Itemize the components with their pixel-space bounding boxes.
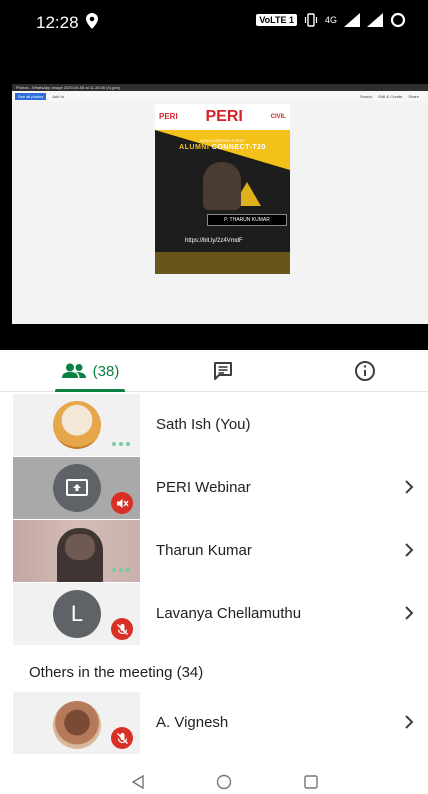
location-pin-icon [86,13,98,29]
participant-row[interactable]: PERI Webinar [0,457,428,519]
clock: 12:28 [36,13,79,32]
mic-off-icon [116,623,128,635]
people-count: (38) [92,362,120,380]
avatar-letter: L [53,590,101,638]
share-button: Share [408,93,419,99]
participant-tile [13,692,140,754]
poster-logo-center: PERI [205,108,243,125]
mic-off-icon [116,732,128,744]
chevron-right-icon[interactable] [404,542,414,558]
avatar [53,401,101,449]
participant-name: Sath Ish (You) [156,416,251,433]
event-poster: PERI PERI CIVIL INAUGURATING EVENT ALUMN… [155,104,290,274]
poster-title: ALUMNI CONNECT-T20 [179,144,266,151]
poster-logo-right: CIVIL [270,114,286,120]
shared-screen: Photos - WhatsApp Image 2020-09-08 at 11… [12,84,428,324]
poster-link: https://bit.ly/2z4VmdF [185,238,243,244]
photos-toolbar: See all photos Add to Search Edit & Crea… [12,91,428,101]
participant-name: A. Vignesh [156,714,229,731]
participant-tile [13,394,140,456]
participant-row[interactable]: Sath Ish (You) [0,394,428,456]
signal-icon [344,13,360,27]
see-all-photos-button: See all photos [15,92,47,100]
poster-body: INAUGURATING EVENT ALUMNI CONNECT-T20 P.… [155,130,290,274]
present-screen-icon [66,479,88,496]
status-bar: 12:28 VoLTE 1 4G [0,0,428,46]
speaker-name: P. THARUN KUMAR [207,214,287,226]
avatar [53,464,101,512]
chevron-right-icon[interactable] [404,714,414,730]
muted-indicator [111,618,133,640]
speaker-photo [203,162,241,210]
chat-icon [214,362,232,380]
chevron-right-icon[interactable] [404,605,414,621]
info-icon [355,361,375,381]
poster-logo-left: PERI [159,112,178,121]
recents-square-icon [304,775,318,789]
tab-chat[interactable] [198,350,248,392]
muted-indicator [111,727,133,749]
tab-info[interactable] [340,350,390,392]
participant-tile [13,457,140,519]
battery-ring-icon [390,12,406,28]
signal-2-icon [367,13,383,27]
participant-row[interactable]: Tharun Kumar [0,520,428,582]
participant-tile: L [13,583,140,645]
poster-header: PERI PERI CIVIL [155,104,290,130]
speaking-indicator [112,568,130,572]
participant-row[interactable]: A. Vignesh [0,692,428,754]
edit-create-button: Edit & Create [378,93,403,99]
back-triangle-icon [131,774,144,790]
participant-video [13,520,140,582]
tab-people[interactable]: (38) [40,350,140,392]
vibrate-icon [304,13,318,27]
participant-row[interactable]: L Lavanya Chellamuthu [0,583,428,645]
participant-name: Lavanya Chellamuthu [156,605,302,622]
chevron-right-icon[interactable] [404,479,414,495]
poster-subtitle: INAUGURATING EVENT [200,138,245,143]
system-nav-bar [0,770,428,794]
participant-name: Tharun Kumar [156,542,252,559]
tab-indicator [55,389,125,392]
muted-indicator [111,492,133,514]
people-icon [61,363,86,378]
speaking-indicator [112,442,130,446]
others-section-title: Others in the meeting (34) [29,664,204,681]
home-circle-icon [216,774,232,790]
search-button: Search [359,93,373,99]
avatar [53,701,101,749]
recents-button[interactable] [291,770,331,794]
back-button[interactable] [118,770,158,794]
participant-name: PERI Webinar [156,479,251,496]
volume-off-icon [116,498,129,508]
network-type: 4G [324,15,337,25]
volte-badge: VoLTE 1 [256,14,297,26]
status-icons: VoLTE 1 4G [256,12,406,28]
add-to-button: Add to [52,93,64,99]
home-button[interactable] [204,770,244,794]
presentation-stage[interactable]: Photos - WhatsApp Image 2020-09-08 at 11… [0,46,428,350]
panel-tabs: (38) [0,350,428,392]
window-titlebar: Photos - WhatsApp Image 2020-09-08 at 11… [12,84,428,91]
